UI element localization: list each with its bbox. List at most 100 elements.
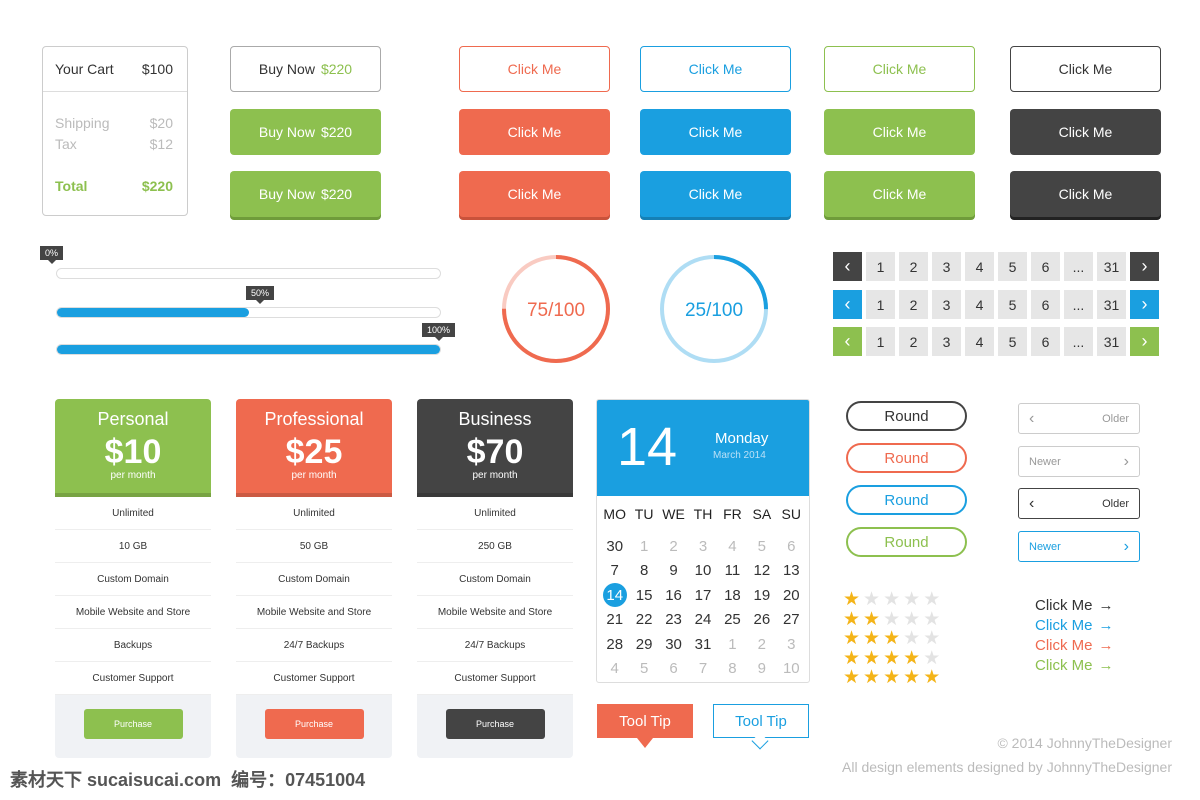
click-me-button[interactable]: Click Me — [459, 171, 610, 217]
click-me-button[interactable]: Click Me — [640, 171, 791, 217]
click-me-button[interactable]: Click Me — [640, 46, 791, 92]
click-me-button[interactable]: Click Me — [459, 109, 610, 155]
calendar-day[interactable]: 29 — [629, 632, 658, 657]
star-icon[interactable]: ★ — [883, 590, 900, 609]
page-button[interactable]: 2 — [899, 290, 928, 319]
star-rating[interactable]: ★ ★ ★ ★ ★ — [843, 610, 940, 629]
older-button[interactable]: ‹ Older — [1018, 488, 1140, 519]
click-me-button[interactable]: Click Me — [459, 46, 610, 92]
calendar-day[interactable]: 12 — [747, 559, 776, 584]
click-me-button[interactable]: Click Me — [824, 109, 975, 155]
calendar-day[interactable]: 27 — [777, 608, 806, 633]
newer-button[interactable]: Newer › — [1018, 446, 1140, 477]
calendar-day[interactable]: 30 — [659, 632, 688, 657]
calendar-day[interactable]: 2 — [659, 534, 688, 559]
star-rating[interactable]: ★ ★ ★ ★ ★ — [843, 590, 940, 609]
star-icon[interactable]: ★ — [843, 668, 860, 687]
star-icon[interactable]: ★ — [903, 590, 920, 609]
calendar-day[interactable]: 10 — [688, 559, 717, 584]
calendar-day[interactable]: 7 — [688, 657, 717, 682]
page-button[interactable]: 31 — [1097, 252, 1126, 281]
chevron-right-icon[interactable]: › — [1130, 327, 1159, 356]
click-me-link[interactable]: Click Me → — [1035, 617, 1114, 634]
calendar-day[interactable]: 11 — [718, 559, 747, 584]
star-rating[interactable]: ★ ★ ★ ★ ★ — [843, 668, 940, 687]
calendar-day[interactable]: 19 — [747, 583, 776, 608]
star-icon[interactable]: ★ — [863, 610, 880, 629]
calendar-day[interactable]: 4 — [600, 657, 629, 682]
star-icon[interactable]: ★ — [923, 590, 940, 609]
star-icon[interactable]: ★ — [903, 668, 920, 687]
star-icon[interactable]: ★ — [863, 590, 880, 609]
round-button[interactable]: Round — [846, 527, 967, 557]
calendar-day[interactable]: 17 — [688, 583, 717, 608]
star-icon[interactable]: ★ — [863, 629, 880, 648]
page-button[interactable]: 2 — [899, 252, 928, 281]
calendar-day[interactable]: 16 — [659, 583, 688, 608]
star-icon[interactable]: ★ — [923, 668, 940, 687]
page-button[interactable]: 1 — [866, 290, 895, 319]
calendar-day[interactable]: 26 — [747, 608, 776, 633]
star-icon[interactable]: ★ — [903, 649, 920, 668]
purchase-button[interactable]: Purchase — [445, 709, 545, 739]
calendar-day[interactable]: 5 — [629, 657, 658, 682]
click-me-button[interactable]: Click Me — [824, 46, 975, 92]
calendar-day[interactable]: 24 — [688, 608, 717, 633]
page-button[interactable]: 6 — [1031, 290, 1060, 319]
star-icon[interactable]: ★ — [923, 629, 940, 648]
older-button[interactable]: ‹ Older — [1018, 403, 1140, 434]
newer-button[interactable]: Newer › — [1018, 531, 1140, 562]
page-button[interactable]: 5 — [998, 252, 1027, 281]
calendar-day[interactable]: 3 — [777, 632, 806, 657]
page-button[interactable]: 6 — [1031, 327, 1060, 356]
calendar-day[interactable]: 1 — [718, 632, 747, 657]
calendar-day[interactable]: 6 — [659, 657, 688, 682]
page-button[interactable]: 2 — [899, 327, 928, 356]
chevron-left-icon[interactable]: ‹ — [833, 252, 862, 281]
round-button[interactable]: Round — [846, 485, 967, 515]
calendar-day[interactable]: 28 — [600, 632, 629, 657]
star-icon[interactable]: ★ — [883, 629, 900, 648]
round-button[interactable]: Round — [846, 443, 967, 473]
calendar-day[interactable]: 31 — [688, 632, 717, 657]
calendar-day[interactable]: 18 — [718, 583, 747, 608]
star-icon[interactable]: ★ — [923, 610, 940, 629]
calendar-day[interactable]: 23 — [659, 608, 688, 633]
chevron-right-icon[interactable]: › — [1130, 252, 1159, 281]
calendar-day[interactable]: 8 — [629, 559, 658, 584]
star-icon[interactable]: ★ — [883, 649, 900, 668]
chevron-left-icon[interactable]: ‹ — [833, 290, 862, 319]
page-button[interactable]: ... — [1064, 290, 1093, 319]
star-icon[interactable]: ★ — [843, 649, 860, 668]
calendar-day[interactable]: 30 — [600, 534, 629, 559]
page-button[interactable]: 6 — [1031, 252, 1060, 281]
calendar-day[interactable]: 10 — [777, 657, 806, 682]
calendar-day[interactable]: 2 — [747, 632, 776, 657]
page-button[interactable]: 3 — [932, 252, 961, 281]
page-button[interactable]: 1 — [866, 252, 895, 281]
page-button[interactable]: ... — [1064, 252, 1093, 281]
purchase-button[interactable]: Purchase — [83, 709, 183, 739]
star-icon[interactable]: ★ — [843, 629, 860, 648]
page-button[interactable]: 4 — [965, 327, 994, 356]
buy-now-button[interactable]: Buy Now $220 — [230, 109, 381, 155]
page-button[interactable]: 31 — [1097, 290, 1126, 319]
page-button[interactable]: 3 — [932, 290, 961, 319]
round-button[interactable]: Round — [846, 401, 967, 431]
click-me-button[interactable]: Click Me — [824, 171, 975, 217]
star-icon[interactable]: ★ — [903, 629, 920, 648]
click-me-button[interactable]: Click Me — [1010, 171, 1161, 217]
page-button[interactable]: 4 — [965, 290, 994, 319]
click-me-link[interactable]: Click Me → — [1035, 657, 1114, 674]
calendar-day[interactable]: 20 — [777, 583, 806, 608]
click-me-button[interactable]: Click Me — [1010, 109, 1161, 155]
click-me-button[interactable]: Click Me — [1010, 46, 1161, 92]
buy-now-button[interactable]: Buy Now $220 — [230, 171, 381, 217]
star-icon[interactable]: ★ — [863, 668, 880, 687]
buy-now-button[interactable]: Buy Now $220 — [230, 46, 381, 92]
calendar-day[interactable]: 25 — [718, 608, 747, 633]
calendar-day[interactable]: 22 — [629, 608, 658, 633]
calendar-day[interactable]: 6 — [777, 534, 806, 559]
calendar-day[interactable]: 3 — [688, 534, 717, 559]
star-rating[interactable]: ★ ★ ★ ★ ★ — [843, 629, 940, 648]
